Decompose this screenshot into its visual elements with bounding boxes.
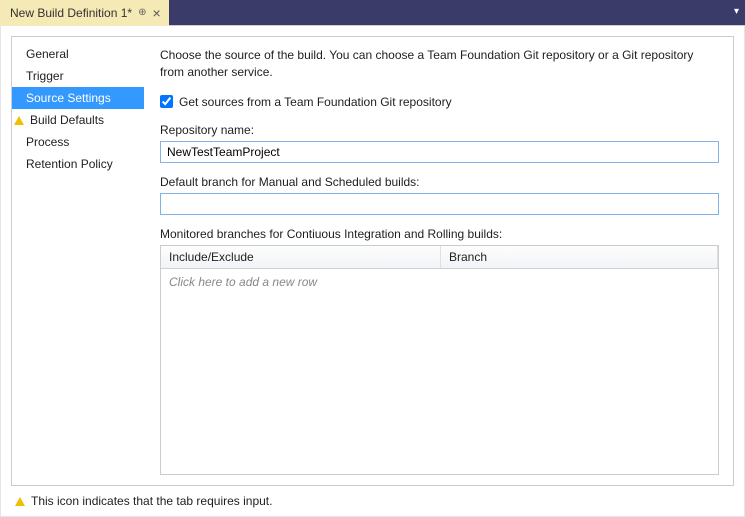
- pin-icon[interactable]: ⊕: [138, 7, 146, 18]
- repo-name-label: Repository name:: [160, 123, 719, 137]
- tf-git-checkbox[interactable]: [160, 95, 173, 108]
- grid-header: Include/Exclude Branch: [161, 246, 718, 269]
- monitored-branches-grid: Include/Exclude Branch Click here to add…: [160, 245, 719, 475]
- content-panel: General Trigger Source Settings Build De…: [11, 36, 734, 486]
- tab-title: New Build Definition 1*: [10, 6, 132, 20]
- titlebar: New Build Definition 1* ⊕ × ▾: [0, 0, 745, 26]
- footer-text: This icon indicates that the tab require…: [31, 494, 272, 508]
- dropdown-icon[interactable]: ▾: [734, 6, 739, 17]
- editor-area: General Trigger Source Settings Build De…: [0, 26, 745, 517]
- grid-col-include-exclude[interactable]: Include/Exclude: [161, 246, 441, 268]
- sidebar-item-trigger[interactable]: Trigger: [12, 65, 144, 87]
- sidebar-item-retention-policy[interactable]: Retention Policy: [12, 153, 144, 175]
- repo-name-input[interactable]: [160, 141, 719, 163]
- grid-body[interactable]: Click here to add a new row: [161, 269, 718, 474]
- footer: This icon indicates that the tab require…: [11, 486, 734, 508]
- default-branch-label: Default branch for Manual and Scheduled …: [160, 175, 719, 189]
- grid-col-branch[interactable]: Branch: [441, 246, 718, 268]
- main-panel: Choose the source of the build. You can …: [144, 37, 733, 485]
- sidebar-item-build-defaults[interactable]: Build Defaults: [12, 109, 144, 131]
- tf-git-checkbox-label: Get sources from a Team Foundation Git r…: [179, 95, 452, 109]
- sidebar-item-source-settings[interactable]: Source Settings: [12, 87, 144, 109]
- sidebar-item-process[interactable]: Process: [12, 131, 144, 153]
- titlebar-background: [169, 0, 745, 25]
- warning-icon: [15, 497, 25, 506]
- sidebar-item-general[interactable]: General: [12, 43, 144, 65]
- close-icon[interactable]: ×: [152, 6, 160, 20]
- sidebar: General Trigger Source Settings Build De…: [12, 37, 144, 485]
- document-tab[interactable]: New Build Definition 1* ⊕ ×: [0, 0, 169, 26]
- monitored-branches-label: Monitored branches for Contiuous Integra…: [160, 227, 719, 241]
- source-checkbox-row: Get sources from a Team Foundation Git r…: [160, 95, 719, 109]
- description-text: Choose the source of the build. You can …: [160, 47, 719, 81]
- default-branch-input[interactable]: [160, 193, 719, 215]
- grid-placeholder-row[interactable]: Click here to add a new row: [161, 269, 718, 295]
